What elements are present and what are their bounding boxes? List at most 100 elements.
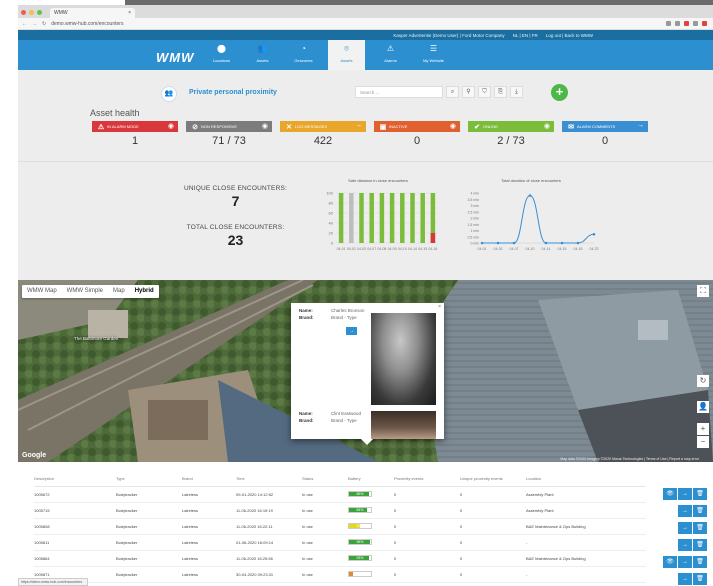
delete-icon[interactable]: 🗑 — [693, 488, 707, 500]
map-type-hybrid[interactable]: Hybrid — [130, 285, 159, 298]
tab-close-icon[interactable]: × — [128, 10, 131, 16]
table-row[interactable]: 1005871 Bodytracker Laireless 30-04-2020 09… — [34, 566, 646, 583]
forward-icon[interactable]: → — [32, 21, 37, 27]
export-icon[interactable]: ⎘ — [494, 86, 507, 98]
street-view-icon[interactable]: 👤 — [697, 401, 709, 413]
search-icon[interactable]: ⌕ — [446, 86, 459, 98]
cell-battery: 18% — [348, 566, 394, 583]
column-header[interactable]: Brand — [182, 472, 236, 487]
y-tick-label: 0 — [331, 241, 334, 246]
table-row[interactable]: 1005808 Bodytracker Laireless 11-06-2020 16… — [34, 518, 646, 535]
eye-icon[interactable]: ◉ — [544, 122, 550, 130]
card-alarm-comments[interactable]: ✉ Alarm comments → 0 — [562, 121, 648, 147]
open-icon[interactable]: → — [678, 539, 692, 551]
wmw-logo[interactable]: WMW — [156, 50, 194, 65]
maximize-window-icon[interactable] — [37, 10, 42, 15]
column-header[interactable]: Battery — [348, 472, 394, 487]
nav-item-alarms[interactable]: ⚠ Alarms — [372, 40, 409, 70]
unique-encounters-value: 7 — [231, 193, 240, 209]
arrow-right-icon[interactable]: → — [637, 122, 644, 129]
open-icon[interactable]: → — [678, 505, 692, 517]
eye-icon[interactable]: ◉ — [262, 122, 268, 130]
extension-icon[interactable] — [666, 21, 671, 26]
filter-icon[interactable]: ⛉ — [478, 86, 491, 98]
column-header[interactable]: Status — [302, 472, 348, 487]
open-icon[interactable]: → — [678, 488, 692, 500]
download-icon[interactable]: ⤓ — [510, 86, 523, 98]
close-icon[interactable]: × — [438, 304, 441, 310]
delete-icon[interactable]: 🗑 — [693, 505, 707, 517]
column-header[interactable]: Time — [236, 472, 302, 487]
view-icon[interactable]: 👁 — [663, 556, 677, 568]
column-header[interactable]: Proximity events — [394, 472, 460, 487]
nav-item-assets[interactable]: 👥 Assets — [244, 40, 281, 70]
zoom-in-icon[interactable]: + — [697, 423, 709, 435]
nav-item-proximity[interactable]: ⌾ Assets — [328, 40, 365, 70]
table-row[interactable]: 1005715 Bodytracker Laireless 11-06-2020 16… — [34, 502, 646, 519]
location-filter-icon[interactable]: ⚲ — [462, 86, 475, 98]
extension-icon[interactable] — [693, 21, 698, 26]
fullscreen-icon[interactable]: ⛶ — [697, 285, 709, 297]
arrow-right-icon[interactable]: → — [355, 122, 362, 129]
browser-tab[interactable]: WMW × — [50, 8, 135, 18]
open-icon[interactable]: → — [678, 522, 692, 534]
map-view[interactable]: The Baltimore Garden WMW Map WMW Simple … — [18, 280, 713, 462]
delete-icon[interactable]: 🗑 — [693, 556, 707, 568]
cell-proximity: 0 — [394, 566, 460, 583]
card-log-messages[interactable]: ✕ Log messages → 422 — [280, 121, 366, 147]
delete-icon[interactable]: 🗑 — [693, 573, 707, 585]
column-header[interactable]: Location — [526, 472, 646, 487]
x-tick-label: 04-02 — [494, 247, 503, 251]
card-inactive[interactable]: ▣ Inactive ◉ 0 — [374, 121, 460, 147]
reload-icon[interactable]: ↻ — [42, 21, 46, 27]
close-window-icon[interactable] — [21, 10, 26, 15]
url-field[interactable]: demo.wmw-hub.com/encounters — [51, 21, 123, 27]
cell-proximity: 0 — [394, 518, 460, 535]
card-alarm-mode[interactable]: ⚠ In alarm mode ◉ 1 — [92, 121, 178, 147]
open-icon[interactable]: → — [678, 573, 692, 585]
field-label: Name: — [299, 308, 313, 313]
add-button[interactable]: + — [551, 84, 568, 101]
duration-chart: 0 min 0.5 min 1 min 1.5 min 2 min 2.5 min 3 mi… — [468, 192, 599, 252]
profile-icon[interactable] — [702, 21, 707, 26]
map-label: The Baltimore Garden — [74, 336, 119, 341]
extension-icon[interactable] — [684, 21, 689, 26]
nav-item-geozones[interactable]: ◔ Geozones — [285, 40, 322, 70]
column-header[interactable]: Unique proximity events — [460, 472, 526, 487]
cross-icon: ✕ — [286, 123, 292, 131]
column-header[interactable]: Description — [34, 472, 116, 487]
eye-icon[interactable]: ◉ — [168, 122, 174, 130]
table-row[interactable]: 1005811 Bodytracker Laireless 01-06-2020 16… — [34, 534, 646, 551]
table-row[interactable]: 1005864 Bodytracker Laireless 11-06-2020 16… — [34, 550, 646, 567]
column-header[interactable]: Type — [116, 472, 182, 487]
minimize-window-icon[interactable] — [29, 10, 34, 15]
delete-icon[interactable]: 🗑 — [693, 522, 707, 534]
cell-unique-proximity: 0 — [460, 566, 526, 583]
map-type-wmw-map[interactable]: WMW Map — [22, 285, 62, 298]
map-attribution[interactable]: Map data ©2020 Imagery ©2020 Maxar Techn… — [560, 457, 699, 461]
map-type-wmw-simple[interactable]: WMW Simple — [62, 285, 108, 298]
table-row[interactable]: 1005672 Bodytracker Laireless 09-01-2020 14… — [34, 486, 646, 503]
y-tick-label: 1.5 min — [468, 223, 480, 227]
zoom-out-icon[interactable]: − — [697, 436, 709, 448]
view-icon[interactable]: 👁 — [663, 488, 677, 500]
search-input[interactable]: Search ... — [355, 86, 443, 98]
open-asset-button[interactable]: → — [346, 327, 357, 335]
open-icon[interactable]: → — [678, 556, 692, 568]
card-online[interactable]: ✔ Online ◉ 2 / 73 — [468, 121, 554, 147]
map-type-map[interactable]: Map — [108, 285, 130, 298]
back-icon[interactable]: ← — [22, 21, 27, 27]
eye-icon[interactable]: ◉ — [450, 122, 456, 130]
nav-item-locations[interactable]: ⬤ Locations — [203, 40, 240, 70]
language-switch[interactable]: NL | EN | FR — [513, 33, 538, 38]
bar — [389, 193, 395, 243]
data-point — [480, 241, 484, 245]
person-brand: Brand - Type — [331, 418, 357, 423]
account-links[interactable]: Log out | Back to WMW — [546, 33, 593, 38]
rotate-icon[interactable]: ↻ — [697, 375, 709, 387]
data-point — [544, 241, 548, 245]
delete-icon[interactable]: 🗑 — [693, 539, 707, 551]
card-non-responsive[interactable]: ⊘ Non responsive ◉ 71 / 73 — [186, 121, 272, 147]
extension-icon[interactable] — [675, 21, 680, 26]
nav-item-website[interactable]: ☰ My Website — [415, 40, 452, 70]
